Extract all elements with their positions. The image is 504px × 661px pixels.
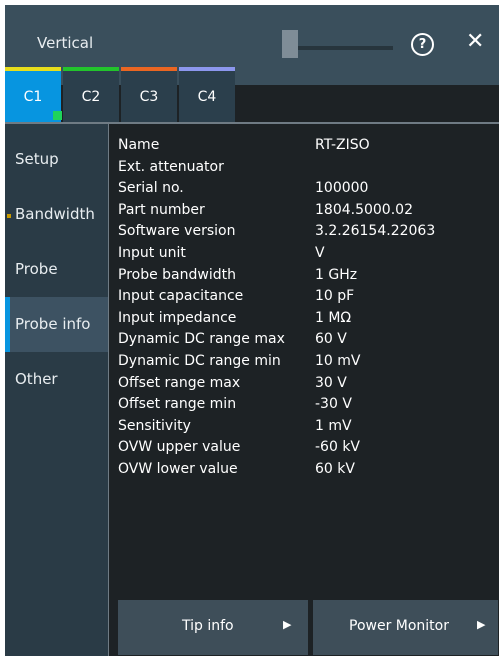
row-key: Ext. attenuator [118, 158, 224, 175]
row-key: Input impedance [118, 309, 237, 326]
indicator-dot [7, 214, 11, 218]
table-row: Probe bandwidth 1 GHz [118, 265, 488, 285]
row-value: 1 GHz [315, 266, 358, 283]
sidebar-item-label: Probe info [15, 315, 91, 333]
probe-info-panel: Name RT-ZISO Ext. attenuator Serial no. 1000… [109, 124, 499, 656]
table-row: Offset range min -30 V [118, 394, 488, 414]
table-row: Ext. attenuator [118, 157, 488, 177]
row-value: 10 pF [315, 288, 355, 305]
row-key: Dynamic DC range min [118, 353, 281, 369]
sidebar-item-label: Other [15, 370, 58, 388]
table-row: OVW upper value -60 kV [118, 437, 488, 457]
row-key: Name [118, 137, 160, 153]
row-key: OVW upper value [118, 439, 241, 456]
close-icon[interactable]: ✕ [466, 29, 484, 54]
sidebar-item-bandwidth[interactable]: Bandwidth [5, 187, 108, 242]
row-key: OVW lower value [118, 461, 238, 477]
row-key: Input capacitance [118, 288, 244, 305]
transparency-slider-handle[interactable] [282, 30, 298, 58]
active-channel-marker [53, 111, 62, 120]
transparency-slider-track[interactable] [285, 46, 393, 50]
row-value: 10 mV [315, 353, 361, 369]
table-row: Input capacitance 10 pF [118, 286, 488, 306]
sidebar-item-label: Bandwidth [15, 205, 95, 223]
triangle-right-icon: ▶ [283, 618, 292, 631]
table-row: Software version 3.2.26154.22063 [118, 221, 488, 241]
table-row: Dynamic DC range max 60 V [118, 329, 488, 349]
row-value: RT-ZISO [315, 137, 370, 153]
tab-label: C2 [81, 89, 101, 105]
tab-label: C4 [197, 89, 217, 105]
row-value: 60 V [315, 331, 347, 348]
sidebar: Setup Bandwidth Probe Probe info Other [5, 124, 109, 656]
row-key: Software version [118, 223, 236, 240]
tab-color-bar [121, 67, 177, 71]
tab-c3[interactable]: C3 [121, 67, 177, 123]
active-indicator [5, 297, 10, 352]
row-value: 1804.5000.02 [315, 201, 413, 218]
triangle-right-icon: ▶ [477, 618, 486, 631]
dialog-title: Vertical [37, 34, 94, 52]
tab-c4[interactable]: C4 [179, 67, 235, 123]
tab-label: C3 [139, 89, 159, 105]
power-monitor-label: Power Monitor [349, 618, 449, 634]
table-row: Dynamic DC range min 10 mV [118, 351, 488, 371]
row-key: Serial no. [118, 180, 184, 197]
table-row: Name RT-ZISO [118, 135, 488, 155]
table-row: Input impedance 1 MΩ [118, 308, 488, 328]
power-monitor-button[interactable]: Power Monitor ▶ [313, 600, 498, 655]
table-row: Serial no. 100000 [118, 178, 488, 198]
row-key: Part number [118, 201, 205, 218]
tip-info-label: Tip info [182, 618, 234, 634]
row-value: V [315, 245, 325, 261]
vertical-dialog: Vertical ? ✕ C1 C2 C3 C4 Setup Bandwidth… [5, 5, 499, 656]
sidebar-item-other[interactable]: Other [5, 352, 108, 407]
table-row: Offset range max 30 V [118, 373, 488, 393]
row-value: 1 MΩ [315, 309, 352, 326]
help-icon[interactable]: ? [411, 33, 434, 56]
sidebar-item-setup[interactable]: Setup [5, 132, 108, 187]
table-row: Sensitivity 1 mV [118, 416, 488, 436]
sidebar-item-probe-info[interactable]: Probe info [5, 297, 108, 352]
row-key: Dynamic DC range max [118, 331, 285, 348]
tip-info-button[interactable]: Tip info ▶ [118, 600, 308, 655]
tab-color-bar [5, 67, 61, 71]
tab-color-bar [179, 67, 235, 71]
sidebar-item-label: Setup [15, 150, 59, 168]
row-value: 30 V [315, 374, 347, 391]
sidebar-item-probe[interactable]: Probe [5, 242, 108, 297]
row-key: Sensitivity [118, 417, 191, 434]
row-key: Offset range min [118, 396, 237, 413]
table-row: OVW lower value 60 kV [118, 459, 488, 479]
row-value: -60 kV [315, 439, 361, 456]
channel-tabs: C1 C2 C3 C4 [5, 67, 499, 123]
table-row: Part number 1804.5000.02 [118, 200, 488, 220]
row-value: 1 mV [315, 417, 352, 434]
tab-label: C1 [23, 89, 43, 105]
row-key: Offset range max [118, 374, 241, 391]
sidebar-item-label: Probe [15, 260, 58, 278]
tab-color-bar [63, 67, 119, 71]
row-value: 3.2.26154.22063 [315, 223, 436, 240]
row-value: 60 kV [315, 461, 355, 477]
tab-c2[interactable]: C2 [63, 67, 119, 123]
table-row: Input unit V [118, 243, 488, 263]
row-value: -30 V [315, 396, 352, 413]
row-value: 100000 [315, 180, 369, 197]
row-key: Probe bandwidth [118, 266, 236, 283]
row-key: Input unit [118, 245, 186, 261]
